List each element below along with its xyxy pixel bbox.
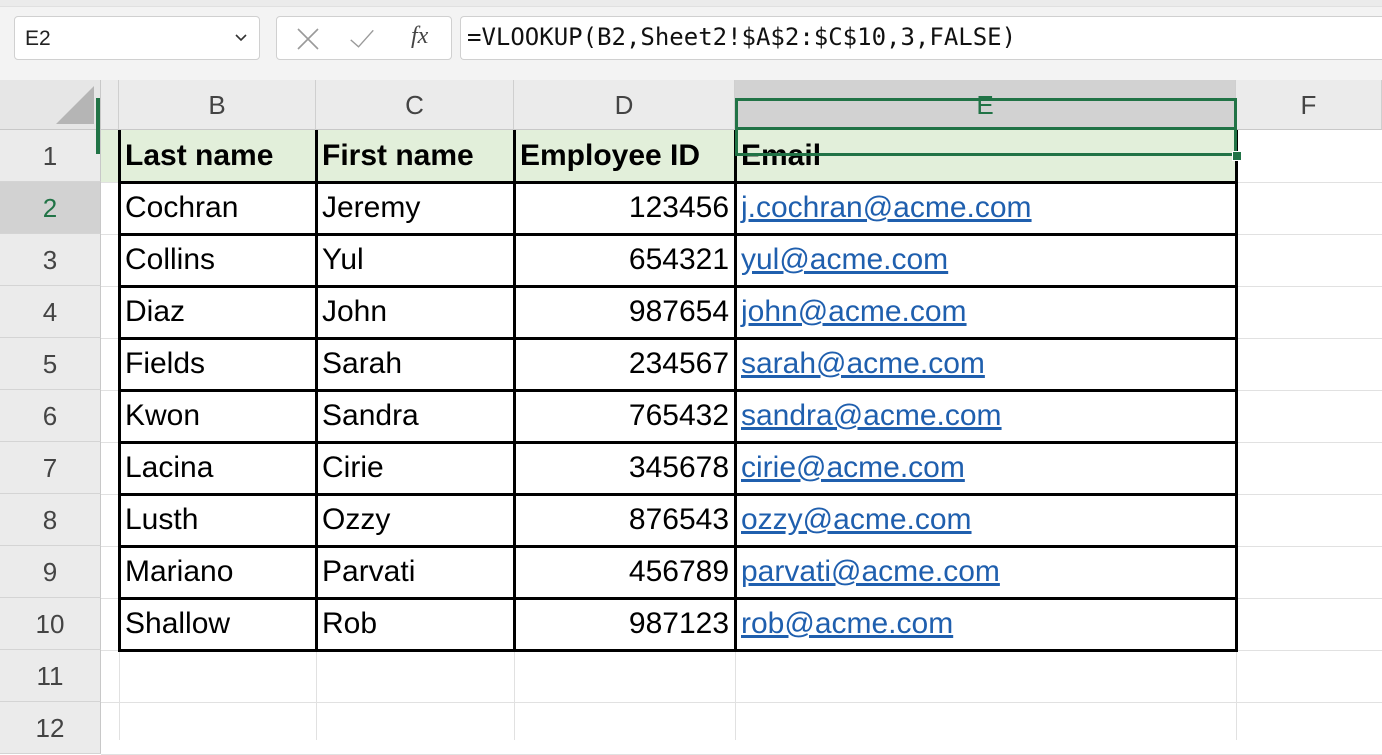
table-border (118, 233, 1238, 236)
table-border (118, 181, 1238, 184)
email-link-text[interactable]: sarah@acme.com (741, 347, 985, 380)
table-cell[interactable]: Sandra (316, 390, 514, 442)
header-cell-b[interactable]: Last name (119, 130, 316, 182)
email-link[interactable]: j.cochran@acme.com (735, 182, 1236, 234)
email-link[interactable]: john@acme.com (735, 286, 1236, 338)
table-border (118, 545, 1238, 548)
email-link-text[interactable]: ozzy@acme.com (741, 503, 972, 536)
fx-icon[interactable]: fx (411, 23, 428, 50)
table-cell[interactable]: Shallow (119, 598, 316, 650)
table-cell[interactable]: 987654 (514, 286, 735, 338)
table-cell[interactable]: Lusth (119, 494, 316, 546)
column-header-f[interactable]: F (1236, 80, 1382, 130)
row-header-5[interactable]: 5 (0, 338, 101, 390)
email-link[interactable]: parvati@acme.com (735, 546, 1236, 598)
table-cell[interactable]: Cirie (316, 442, 514, 494)
table-cell[interactable]: Diaz (119, 286, 316, 338)
selected-row-indicator (96, 98, 100, 154)
email-link-text[interactable]: parvati@acme.com (741, 555, 1000, 588)
cancel-icon[interactable] (295, 27, 321, 51)
header-cell-c[interactable]: First name (316, 130, 514, 182)
name-box-value: E2 (25, 27, 51, 50)
table-cell[interactable]: Ozzy (316, 494, 514, 546)
email-link[interactable]: yul@acme.com (735, 234, 1236, 286)
row-header-6[interactable]: 6 (0, 390, 101, 442)
email-link[interactable]: sandra@acme.com (735, 390, 1236, 442)
email-link[interactable]: rob@acme.com (735, 598, 1236, 650)
spreadsheet-grid: B C D E F 1 2 3 4 5 6 7 8 9 10 11 12 Last name First name E… (0, 80, 1382, 755)
column-header-a[interactable] (101, 80, 119, 130)
table-cell[interactable]: Collins (119, 234, 316, 286)
confirm-icon[interactable] (349, 27, 375, 51)
email-link[interactable]: sarah@acme.com (735, 338, 1236, 390)
ribbon-edge (0, 0, 1382, 7)
table-cell[interactable]: Yul (316, 234, 514, 286)
email-link-text[interactable]: sandra@acme.com (741, 399, 1002, 432)
column-header-b[interactable]: B (119, 80, 316, 130)
table-border (118, 441, 1238, 444)
table-border (118, 285, 1238, 288)
email-link-text[interactable]: j.cochran@acme.com (741, 191, 1032, 224)
formula-bar: E2 fx =VLOOKUP(B2,Sheet2!$A$2:$C$10,3,FA… (0, 0, 1382, 80)
table-border (118, 597, 1238, 600)
row-header-11[interactable]: 11 (0, 650, 101, 702)
gridline (101, 702, 1382, 703)
column-header-d[interactable]: D (514, 80, 735, 130)
column-header-c[interactable]: C (316, 80, 514, 130)
table-cell[interactable]: 876543 (514, 494, 735, 546)
table-cell[interactable]: Kwon (119, 390, 316, 442)
email-link[interactable]: ozzy@acme.com (735, 494, 1236, 546)
row-header-7[interactable]: 7 (0, 442, 101, 494)
email-link-text[interactable]: rob@acme.com (741, 607, 953, 640)
header-fill (101, 130, 119, 182)
table-border (118, 493, 1238, 496)
row-header-9[interactable]: 9 (0, 546, 101, 598)
email-link[interactable]: cirie@acme.com (735, 442, 1236, 494)
row-header-3[interactable]: 3 (0, 234, 101, 286)
table-cell[interactable]: 234567 (514, 338, 735, 390)
table-border (118, 389, 1238, 392)
table-cell[interactable]: Cochran (119, 182, 316, 234)
table-border (118, 649, 1238, 652)
table-cell[interactable]: 123456 (514, 182, 735, 234)
header-cell-d[interactable]: Employee ID (514, 130, 735, 182)
table-cell[interactable]: Rob (316, 598, 514, 650)
table-cell[interactable]: Jeremy (316, 182, 514, 234)
row-header-2[interactable]: 2 (0, 182, 101, 234)
table-cell[interactable]: Sarah (316, 338, 514, 390)
formula-buttons: fx (276, 16, 452, 60)
row-header-1[interactable]: 1 (0, 130, 101, 182)
fill-handle[interactable] (1232, 151, 1242, 161)
select-all-icon (56, 86, 94, 124)
table-cell[interactable]: 345678 (514, 442, 735, 494)
row-header-10[interactable]: 10 (0, 598, 101, 650)
email-link-text[interactable]: yul@acme.com (741, 243, 948, 276)
table-cell[interactable]: 987123 (514, 598, 735, 650)
formula-input[interactable]: =VLOOKUP(B2,Sheet2!$A$2:$C$10,3,FALSE) (460, 16, 1382, 60)
name-box[interactable]: E2 (14, 16, 260, 60)
select-all-button[interactable] (0, 80, 101, 130)
row-header-8[interactable]: 8 (0, 494, 101, 546)
row-header-4[interactable]: 4 (0, 286, 101, 338)
table-cell[interactable]: Lacina (119, 442, 316, 494)
row-header-12[interactable]: 12 (0, 702, 101, 754)
chevron-down-icon[interactable] (233, 29, 249, 45)
table-cell[interactable]: John (316, 286, 514, 338)
table-cell[interactable]: Fields (119, 338, 316, 390)
table-border (118, 337, 1238, 340)
table-cell[interactable]: 765432 (514, 390, 735, 442)
email-link-text[interactable]: cirie@acme.com (741, 451, 965, 484)
email-link-text[interactable]: john@acme.com (741, 295, 967, 328)
table-cell[interactable]: 456789 (514, 546, 735, 598)
formula-text: =VLOOKUP(B2,Sheet2!$A$2:$C$10,3,FALSE) (467, 23, 1017, 51)
table-cell[interactable]: 654321 (514, 234, 735, 286)
active-cell-e2[interactable] (735, 98, 1237, 156)
table-cell[interactable]: Parvati (316, 546, 514, 598)
table-cell[interactable]: Mariano (119, 546, 316, 598)
